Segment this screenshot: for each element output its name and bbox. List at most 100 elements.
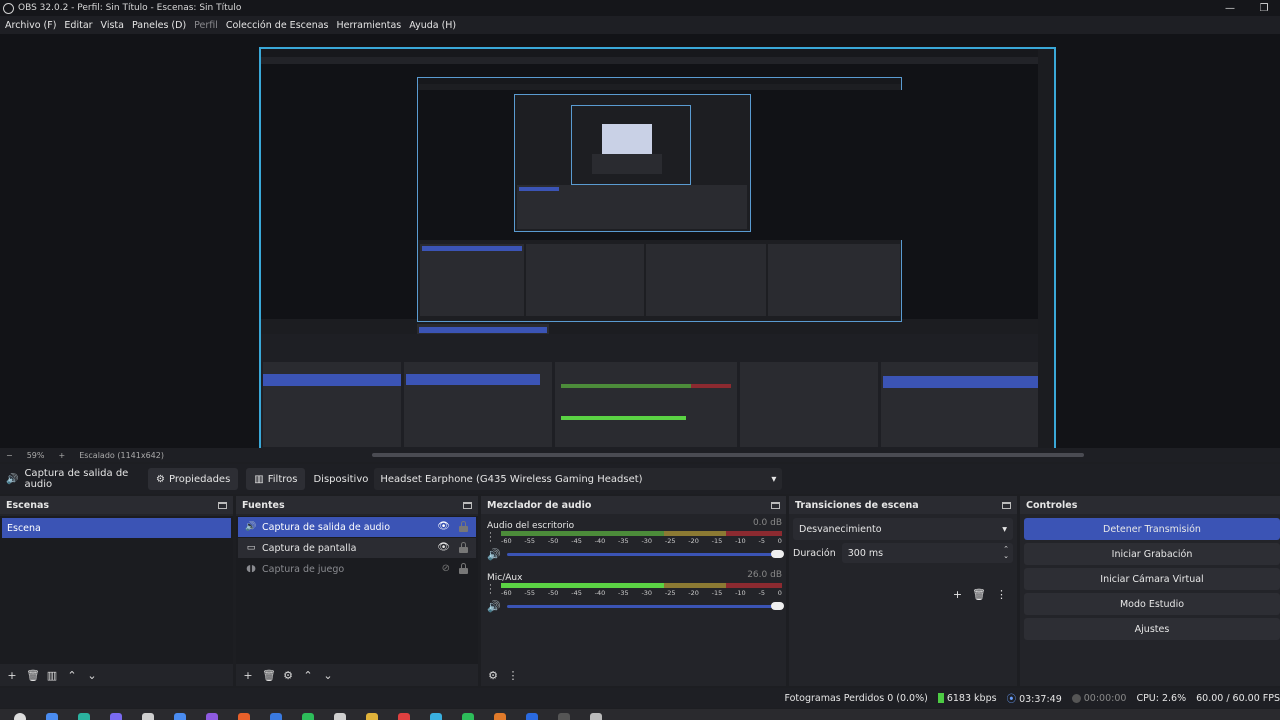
trash-icon[interactable]: 🗑 [972,588,986,601]
menu-ayuda[interactable]: Ayuda (H) [409,20,456,31]
lock-icon[interactable] [459,521,468,532]
obs-taskbar-icon[interactable] [558,713,570,720]
trash-icon[interactable]: 🗑 [262,669,276,682]
stop-stream-button[interactable]: Detener Transmisión [1024,518,1280,540]
app-icon[interactable] [462,713,474,720]
mixer-title: Mezclador de audio [487,499,592,511]
lock-icon[interactable] [459,542,468,553]
undock-icon[interactable] [218,501,227,509]
preview-canvas[interactable] [0,34,1280,451]
monitor-icon: ▭ [246,543,256,553]
speaker-icon[interactable]: 🔊 [487,600,501,613]
undock-icon[interactable] [463,501,472,509]
menu-perfil[interactable]: Perfil [194,20,218,31]
rec-time-status: 00:00:00 [1071,693,1126,704]
volume-slider[interactable] [506,549,784,558]
more-icon[interactable]: ⋮ [996,588,1007,601]
controls-title: Controles [1026,499,1078,511]
eye-hidden-icon[interactable]: ⊘ [442,563,450,574]
add-icon[interactable]: + [6,669,18,682]
eye-icon[interactable]: 👁 [437,542,450,553]
app-icon[interactable] [238,713,250,720]
arrow-down-icon[interactable]: ⌄ [322,669,334,682]
menu-herramientas[interactable]: Herramientas [337,20,402,31]
menu-archivo[interactable]: Archivo (F) [5,20,56,31]
menu-bar: Archivo (F) Editar Vista Paneles (D) Per… [0,16,1280,34]
minimize-button[interactable]: — [1224,3,1236,14]
nested-scene-3 [519,187,559,191]
app-icon[interactable] [270,713,282,720]
app-icon[interactable] [142,713,154,720]
preview-scrollbar[interactable] [372,453,1084,457]
app-icon[interactable] [46,713,58,720]
transition-select[interactable]: Desvanecimiento ▾ [793,518,1013,540]
lock-icon[interactable] [459,563,468,574]
undock-icon[interactable] [771,501,780,509]
app-icon[interactable] [302,713,314,720]
channel-name: Audio del escritorio [487,521,575,531]
source-item[interactable]: ◖◗ Captura de juego ⊘ [238,559,476,579]
arrow-up-icon[interactable]: ⌃ [66,669,78,682]
transitions-dock-header: Transiciones de escena [789,496,1017,514]
cpu-usage: CPU: 2.6% [1136,692,1187,704]
more-icon[interactable]: · · · [489,582,492,599]
maximize-button[interactable]: ❐ [1258,3,1270,14]
app-icon[interactable] [366,713,378,720]
taskbar [0,709,1280,720]
app-icon[interactable] [590,713,602,720]
menu-coleccion-escenas[interactable]: Colección de Escenas [226,20,329,31]
filter-icon[interactable]: ▥ [46,669,58,682]
more-icon[interactable]: · · · [489,530,492,547]
duration-input[interactable]: 300 ms ⌃ ⌄ [841,543,1013,563]
add-icon[interactable]: + [242,669,254,682]
source-label: Captura de juego [262,563,345,575]
trash-icon[interactable]: 🗑 [26,669,40,682]
menu-editar[interactable]: Editar [64,20,92,31]
gear-icon[interactable]: ⚙ [487,669,499,682]
eye-icon[interactable]: 👁 [437,521,450,532]
app-icon[interactable] [526,713,538,720]
app-icon[interactable] [398,713,410,720]
app-icon[interactable] [334,713,346,720]
studio-mode-button[interactable]: Modo Estudio [1024,593,1280,615]
app-icon[interactable] [206,713,218,720]
menu-paneles[interactable]: Paneles (D) [132,20,186,31]
undock-icon[interactable] [1002,501,1011,509]
source-item[interactable]: 🔊 Captura de salida de audio 👁 [238,517,476,537]
start-recording-button[interactable]: Iniciar Grabación [1024,543,1280,565]
zoom-in-icon[interactable]: + [58,451,65,460]
menu-vista[interactable]: Vista [101,20,124,31]
nested-meter-1-red [691,384,731,388]
mixer-channel: Mic/Aux 26.0 dB · · · -60 -55 -50 -45 -40 -35 -3… [481,568,786,620]
preview-display[interactable] [259,47,1056,451]
transitions-dock: Transiciones de escena Desvanecimiento ▾… [789,496,1017,686]
properties-button[interactable]: ⚙ Propiedades [148,468,239,490]
nested-title-bar-2 [418,78,901,84]
filters-button[interactable]: ▥ Filtros [246,468,306,490]
more-icon[interactable]: ⋮ [507,669,519,682]
add-icon[interactable]: + [953,588,962,601]
speaker-icon[interactable]: 🔊 [487,548,501,561]
app-icon[interactable] [430,713,442,720]
app-icon[interactable] [110,713,122,720]
source-item[interactable]: ▭ Captura de pantalla 👁 [238,538,476,558]
zoom-out-icon[interactable]: − [6,451,13,460]
current-source: 🔊 Captura de salida de audio [6,468,148,490]
gear-icon[interactable]: ⚙ [282,669,294,682]
search-icon[interactable] [14,713,26,720]
start-virtual-camera-button[interactable]: Iniciar Cámara Virtual [1024,568,1280,590]
spinner-icon[interactable]: ⌃ ⌄ [1003,546,1009,560]
device-select[interactable]: Headset Earphone (G435 Wireless Gaming H… [374,468,783,490]
app-icon[interactable] [78,713,90,720]
meter-tick-label: -60 [501,537,512,545]
app-icon[interactable] [174,713,186,720]
nested-meter-2 [561,416,686,420]
scene-item[interactable]: Escena [2,518,231,538]
arrow-down-icon[interactable]: ⌄ [86,669,98,682]
volume-slider[interactable] [506,601,784,610]
arrow-up-icon[interactable]: ⌃ [302,669,314,682]
app-icon[interactable] [494,713,506,720]
settings-button[interactable]: Ajustes [1024,618,1280,640]
meter-tick-label: -5 [758,537,765,545]
meter-tick-label: -35 [618,589,629,597]
